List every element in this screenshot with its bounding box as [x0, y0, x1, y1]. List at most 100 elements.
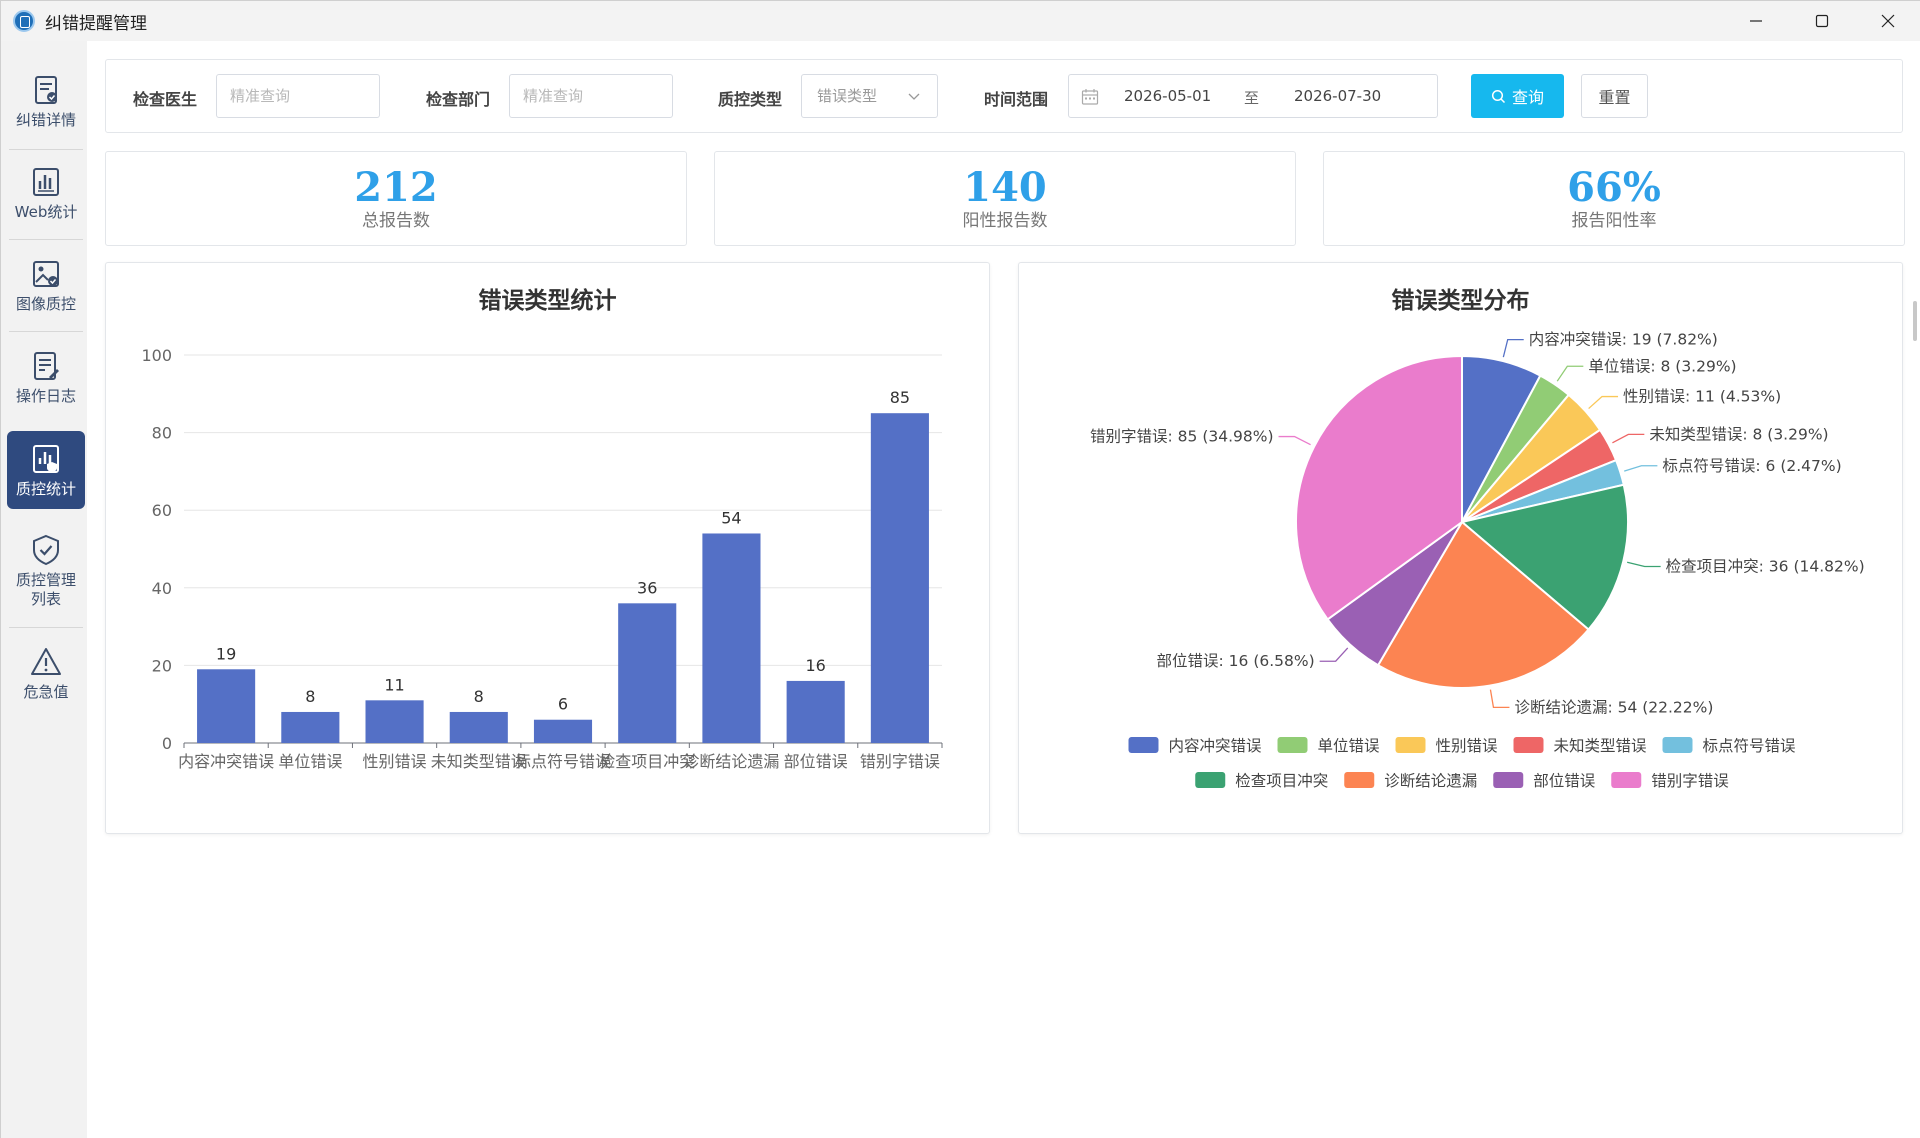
pie-label-line [1627, 561, 1661, 568]
chevron-down-icon [908, 93, 920, 100]
legend-label[interactable]: 内容冲突错误 [1169, 737, 1262, 755]
pie-label-line [1612, 433, 1645, 444]
bar-value-label: 8 [305, 687, 315, 706]
legend-swatch[interactable] [1611, 772, 1642, 788]
qc-type-value: 错误类型 [817, 87, 878, 105]
sidebar-divider [9, 627, 83, 628]
bar-chart-card: 错误类型统计 0 20 40 60 80 100 19 内容冲突错误 8 单位错误 11 性别错误 8 未… [105, 262, 990, 834]
pie-slice-label: 标点符号错误: 6 (2.47%) [1662, 457, 1841, 475]
legend-label[interactable]: 错别字错误 [1651, 772, 1729, 790]
pie-slice-label: 未知类型错误: 8 (3.29%) [1649, 425, 1828, 443]
stat-card-positive-rate: 66% 报告阳性率 [1323, 151, 1905, 246]
stat-card-positive-reports: 140 阳性报告数 [714, 151, 1296, 246]
sidebar-item-label: 危急值 [23, 682, 69, 701]
sidebar-divider [9, 331, 83, 332]
bar[interactable] [533, 719, 593, 743]
bar-value-label: 6 [558, 695, 568, 714]
query-button[interactable]: 查询 [1471, 74, 1564, 118]
legend-label[interactable]: 部位错误 [1533, 772, 1595, 790]
document-check-icon [35, 75, 57, 104]
qc-type-select[interactable]: 错误类型 [801, 74, 938, 118]
stat-value: 140 [963, 164, 1047, 211]
legend-swatch[interactable] [1344, 772, 1375, 788]
date-end-input[interactable]: 2026-07-30 [1294, 87, 1381, 105]
pie-slice-label: 部位错误: 16 (6.58%) [1157, 652, 1315, 670]
legend-label[interactable]: 单位错误 [1318, 737, 1380, 755]
legend-label[interactable]: 标点符号错误 [1703, 737, 1796, 755]
sidebar-item-label: 操作日志 [15, 386, 76, 405]
shield-check-icon [33, 534, 59, 566]
date-start-input[interactable]: 2026-05-01 [1124, 87, 1211, 105]
x-tick-label: 性别错误 [363, 752, 427, 771]
sidebar-item-image-qc[interactable]: 图像质控 [7, 245, 85, 325]
pie-slice-label: 性别错误: 11 (4.53%) [1623, 388, 1781, 406]
legend-swatch[interactable] [1662, 737, 1693, 753]
bar[interactable] [281, 711, 340, 743]
log-edit-icon [34, 351, 59, 380]
sidebar-item-qc-stats[interactable]: 质控统计 [7, 431, 85, 509]
sidebar-item-label: 质控统计 [15, 479, 76, 498]
bar[interactable] [365, 700, 424, 743]
window-resize-grip[interactable] [1913, 301, 1917, 341]
sidebar-item-correction-detail[interactable]: 纠错详情 [7, 59, 85, 143]
bar-value-label: 36 [637, 578, 657, 597]
legend-swatch[interactable] [1513, 737, 1544, 753]
legend-swatch[interactable] [1128, 737, 1159, 753]
window-controls [1723, 1, 1920, 41]
warning-icon [31, 647, 61, 675]
y-tick-label: 80 [152, 424, 172, 443]
sidebar-item-operation-log[interactable]: 操作日志 [7, 337, 85, 417]
pie-slice-label: 单位错误: 8 (3.29%) [1588, 357, 1736, 375]
legend-label[interactable]: 性别错误 [1436, 737, 1498, 755]
y-tick-label: 100 [141, 346, 172, 365]
legend-swatch[interactable] [1493, 772, 1524, 788]
bar[interactable] [786, 680, 845, 743]
sidebar-item-web-stats[interactable]: Web统计 [7, 153, 85, 233]
pie-label-line [1556, 365, 1584, 382]
sidebar-item-label: 图像质控 [15, 294, 76, 313]
sidebar: 纠错详情 Web统计 图像质控 操作日志 质控统计 质控管理 列表 危急值 [1, 41, 87, 1138]
stat-value: 66% [1567, 164, 1661, 211]
legend-label[interactable]: 诊断结论遗漏 [1384, 772, 1477, 790]
dept-label: 检查部门 [426, 90, 491, 109]
maximize-button[interactable] [1789, 1, 1855, 41]
legend-swatch[interactable] [1277, 737, 1308, 753]
x-tick-label: 标点符号错误 [515, 752, 611, 771]
date-range-picker[interactable]: 2026-05-01 至 2026-07-30 [1068, 74, 1438, 118]
y-tick-label: 0 [162, 734, 172, 753]
reset-button[interactable]: 重置 [1581, 74, 1648, 118]
pie-chart-card: 错误类型分布 内容冲突错误: 19 (7.82%) 单位错误: 8 (3.29%)… [1018, 262, 1903, 834]
x-tick-label: 检查项目冲突 [599, 752, 695, 771]
close-icon [1881, 14, 1895, 28]
main-content: 检查医生 精准查询 检查部门 精准查询 质控类型 错误类型 时间范围 2026-… [87, 41, 1920, 1138]
bar-value-label: 54 [721, 508, 741, 527]
dept-search-input[interactable]: 精准查询 [509, 74, 673, 118]
window-title: 纠错提醒管理 [45, 13, 147, 34]
stat-label: 阳性报告数 [962, 211, 1048, 231]
bar[interactable] [618, 603, 677, 743]
date-separator: 至 [1244, 89, 1260, 107]
pie-label-line [1278, 435, 1311, 446]
pie-chart: 内容冲突错误: 19 (7.82%) 单位错误: 8 (3.29%) 性别错误: 1… [1090, 331, 1865, 790]
bar[interactable] [870, 413, 929, 743]
pie-label-line [1624, 465, 1658, 472]
y-tick-label: 40 [152, 579, 172, 598]
minimize-button[interactable] [1723, 1, 1789, 41]
time-range-label: 时间范围 [984, 90, 1049, 109]
legend-label[interactable]: 未知类型错误 [1554, 737, 1647, 755]
doctor-search-input[interactable]: 精准查询 [216, 74, 380, 118]
bar[interactable] [449, 711, 508, 743]
legend-swatch[interactable] [1195, 772, 1226, 788]
minimize-icon [1750, 20, 1762, 22]
stat-label: 总报告数 [362, 211, 430, 231]
bar[interactable] [197, 669, 256, 743]
x-tick-label: 诊断结论遗漏 [683, 752, 779, 771]
bar[interactable] [702, 533, 761, 743]
legend-swatch[interactable] [1395, 737, 1426, 753]
image-check-icon [33, 260, 59, 287]
sidebar-item-critical-value[interactable]: 危急值 [7, 633, 85, 713]
close-button[interactable] [1855, 1, 1920, 41]
sidebar-item-qc-management[interactable]: 质控管理 列表 [7, 521, 85, 621]
maximize-icon [1815, 14, 1829, 28]
legend-label[interactable]: 检查项目冲突 [1235, 772, 1328, 790]
